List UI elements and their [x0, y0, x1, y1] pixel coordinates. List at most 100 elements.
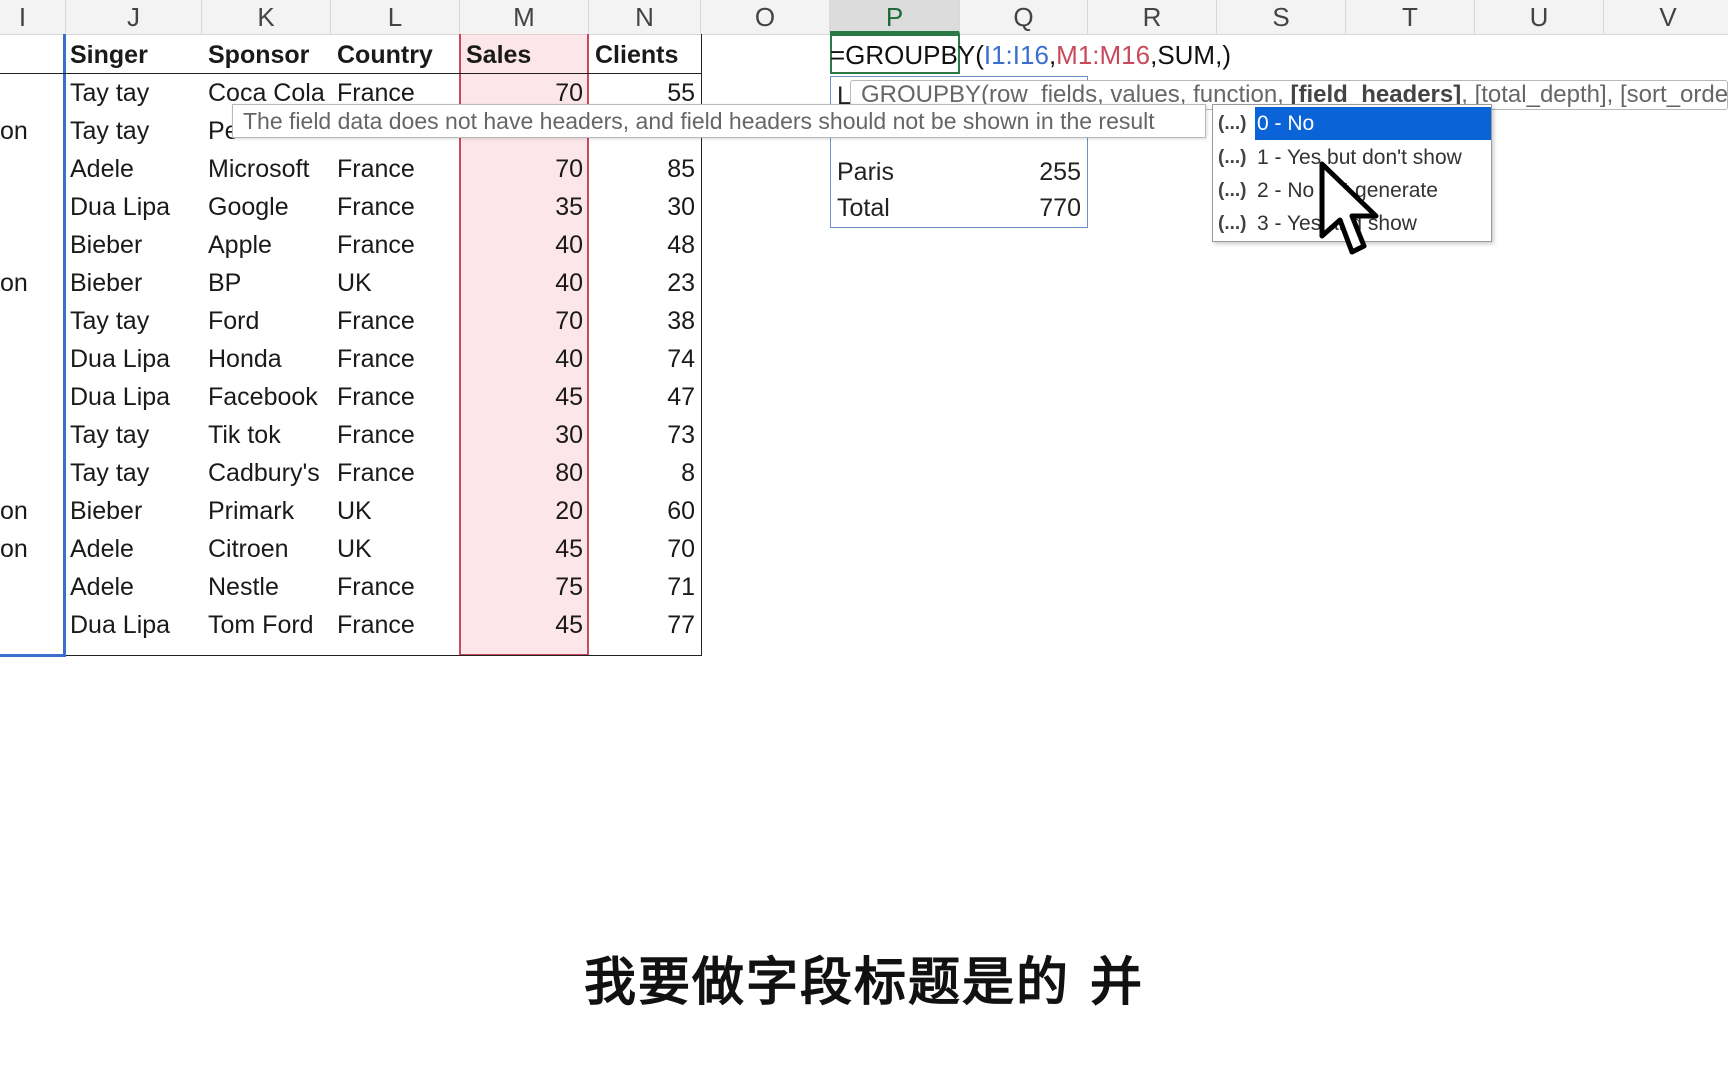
left-clip[interactable]	[0, 568, 60, 606]
cell-country[interactable]: France	[331, 340, 460, 378]
header-sponsor[interactable]: Sponsor	[202, 36, 331, 74]
cell-clients[interactable]: 23	[589, 264, 701, 302]
cell-sponsor[interactable]: Tom Ford	[202, 606, 331, 644]
left-clip[interactable]: on	[0, 264, 60, 302]
cell-singer[interactable]: Adele	[64, 150, 201, 188]
cell-singer[interactable]: Bieber	[64, 226, 201, 264]
left-clip[interactable]: on	[0, 112, 60, 150]
column-header-K[interactable]: K	[202, 0, 331, 34]
cell-singer[interactable]: Tay tay	[64, 302, 201, 340]
cell-sponsor[interactable]: Ford	[202, 302, 331, 340]
cell-sales[interactable]: 80	[460, 454, 589, 492]
cell-sponsor[interactable]: Honda	[202, 340, 331, 378]
column-header-R[interactable]: R	[1088, 0, 1217, 34]
cell-sponsor[interactable]: Apple	[202, 226, 331, 264]
left-clip[interactable]: on	[0, 530, 60, 568]
cell-sales[interactable]: 45	[460, 606, 589, 644]
column-header-T[interactable]: T	[1346, 0, 1475, 34]
cell-sponsor[interactable]: Nestle	[202, 568, 331, 606]
cell-singer[interactable]: Tay tay	[64, 416, 201, 454]
cell-country[interactable]: France	[331, 454, 460, 492]
cell-sponsor[interactable]: Citroen	[202, 530, 331, 568]
cell-sponsor[interactable]: BP	[202, 264, 331, 302]
cell-country[interactable]: France	[331, 568, 460, 606]
left-clip[interactable]	[0, 340, 60, 378]
column-header-V[interactable]: V	[1604, 0, 1728, 34]
cell-clients[interactable]: 70	[589, 530, 701, 568]
left-clip[interactable]	[0, 74, 60, 112]
left-clip[interactable]	[0, 454, 60, 492]
cell-country[interactable]: France	[331, 606, 460, 644]
cell-country[interactable]: France	[331, 226, 460, 264]
cell-sales[interactable]: 70	[460, 302, 589, 340]
cell-sponsor[interactable]: Cadbury's	[202, 454, 331, 492]
cell-singer[interactable]: Tay tay	[64, 454, 201, 492]
cell-clients[interactable]: 8	[589, 454, 701, 492]
cell-sponsor[interactable]: Facebook	[202, 378, 331, 416]
left-clip[interactable]	[0, 302, 60, 340]
cell-clients[interactable]: 38	[589, 302, 701, 340]
column-header-U[interactable]: U	[1475, 0, 1604, 34]
cell-singer[interactable]: Adele	[64, 530, 201, 568]
left-clip[interactable]	[0, 606, 60, 644]
cell-sales[interactable]: 30	[460, 416, 589, 454]
column-header-M[interactable]: M	[460, 0, 589, 34]
cell-sponsor[interactable]: Tik tok	[202, 416, 331, 454]
cell-singer[interactable]: Adele	[64, 568, 201, 606]
left-clip[interactable]	[0, 226, 60, 264]
cell-clients[interactable]: 74	[589, 340, 701, 378]
cell-clients[interactable]: 77	[589, 606, 701, 644]
cell-sales[interactable]: 45	[460, 530, 589, 568]
header-singer[interactable]: Singer	[64, 36, 201, 74]
cell-sales[interactable]: 70	[460, 150, 589, 188]
cell-sales[interactable]: 40	[460, 340, 589, 378]
cell-sales[interactable]: 40	[460, 264, 589, 302]
cell-singer[interactable]: Tay tay	[64, 112, 201, 150]
cell-sales[interactable]: 20	[460, 492, 589, 530]
cell-clients[interactable]: 85	[589, 150, 701, 188]
cell-clients[interactable]: 71	[589, 568, 701, 606]
cell-sponsor[interactable]: Google	[202, 188, 331, 226]
left-clip[interactable]	[0, 150, 60, 188]
column-header-O[interactable]: O	[701, 0, 830, 34]
header-clients[interactable]: Clients	[589, 36, 701, 74]
cell-country[interactable]: France	[331, 150, 460, 188]
column-header-I[interactable]: I	[0, 0, 66, 34]
cell-country[interactable]: France	[331, 416, 460, 454]
column-header-N[interactable]: N	[589, 0, 701, 34]
cell-sponsor[interactable]: Primark	[202, 492, 331, 530]
cell-country[interactable]: France	[331, 188, 460, 226]
cell-singer[interactable]: Dua Lipa	[64, 340, 201, 378]
header-sales[interactable]: Sales	[460, 36, 589, 74]
cell-clients[interactable]: 60	[589, 492, 701, 530]
column-header-L[interactable]: L	[331, 0, 460, 34]
header-country[interactable]: Country	[331, 36, 460, 74]
cell-country[interactable]: France	[331, 378, 460, 416]
cell-singer[interactable]: Dua Lipa	[64, 606, 201, 644]
cell-singer[interactable]: Dua Lipa	[64, 378, 201, 416]
cell-country[interactable]: UK	[331, 530, 460, 568]
formula-input[interactable]: =GROUPBY(I1:I16,M1:M16,SUM,)	[830, 36, 1728, 74]
cell-country[interactable]: UK	[331, 264, 460, 302]
cell-singer[interactable]: Dua Lipa	[64, 188, 201, 226]
cell-clients[interactable]: 73	[589, 416, 701, 454]
left-clip[interactable]: on	[0, 492, 60, 530]
cell-sales[interactable]: 45	[460, 378, 589, 416]
cell-clients[interactable]: 47	[589, 378, 701, 416]
cell-singer[interactable]: Bieber	[64, 264, 201, 302]
cell-clients[interactable]: 48	[589, 226, 701, 264]
left-clip[interactable]	[0, 378, 60, 416]
column-header-S[interactable]: S	[1217, 0, 1346, 34]
cell-sales[interactable]: 35	[460, 188, 589, 226]
cell-clients[interactable]: 30	[589, 188, 701, 226]
cell-sales[interactable]: 75	[460, 568, 589, 606]
cell-sales[interactable]: 40	[460, 226, 589, 264]
column-header-Q[interactable]: Q	[960, 0, 1088, 34]
cell-singer[interactable]: Bieber	[64, 492, 201, 530]
cell-country[interactable]: UK	[331, 492, 460, 530]
column-header-J[interactable]: J	[66, 0, 202, 34]
cell-singer[interactable]: Tay tay	[64, 74, 201, 112]
cell-country[interactable]: France	[331, 302, 460, 340]
left-clip[interactable]	[0, 188, 60, 226]
dropdown-item-0[interactable]: (...) 0 - No	[1213, 107, 1491, 140]
